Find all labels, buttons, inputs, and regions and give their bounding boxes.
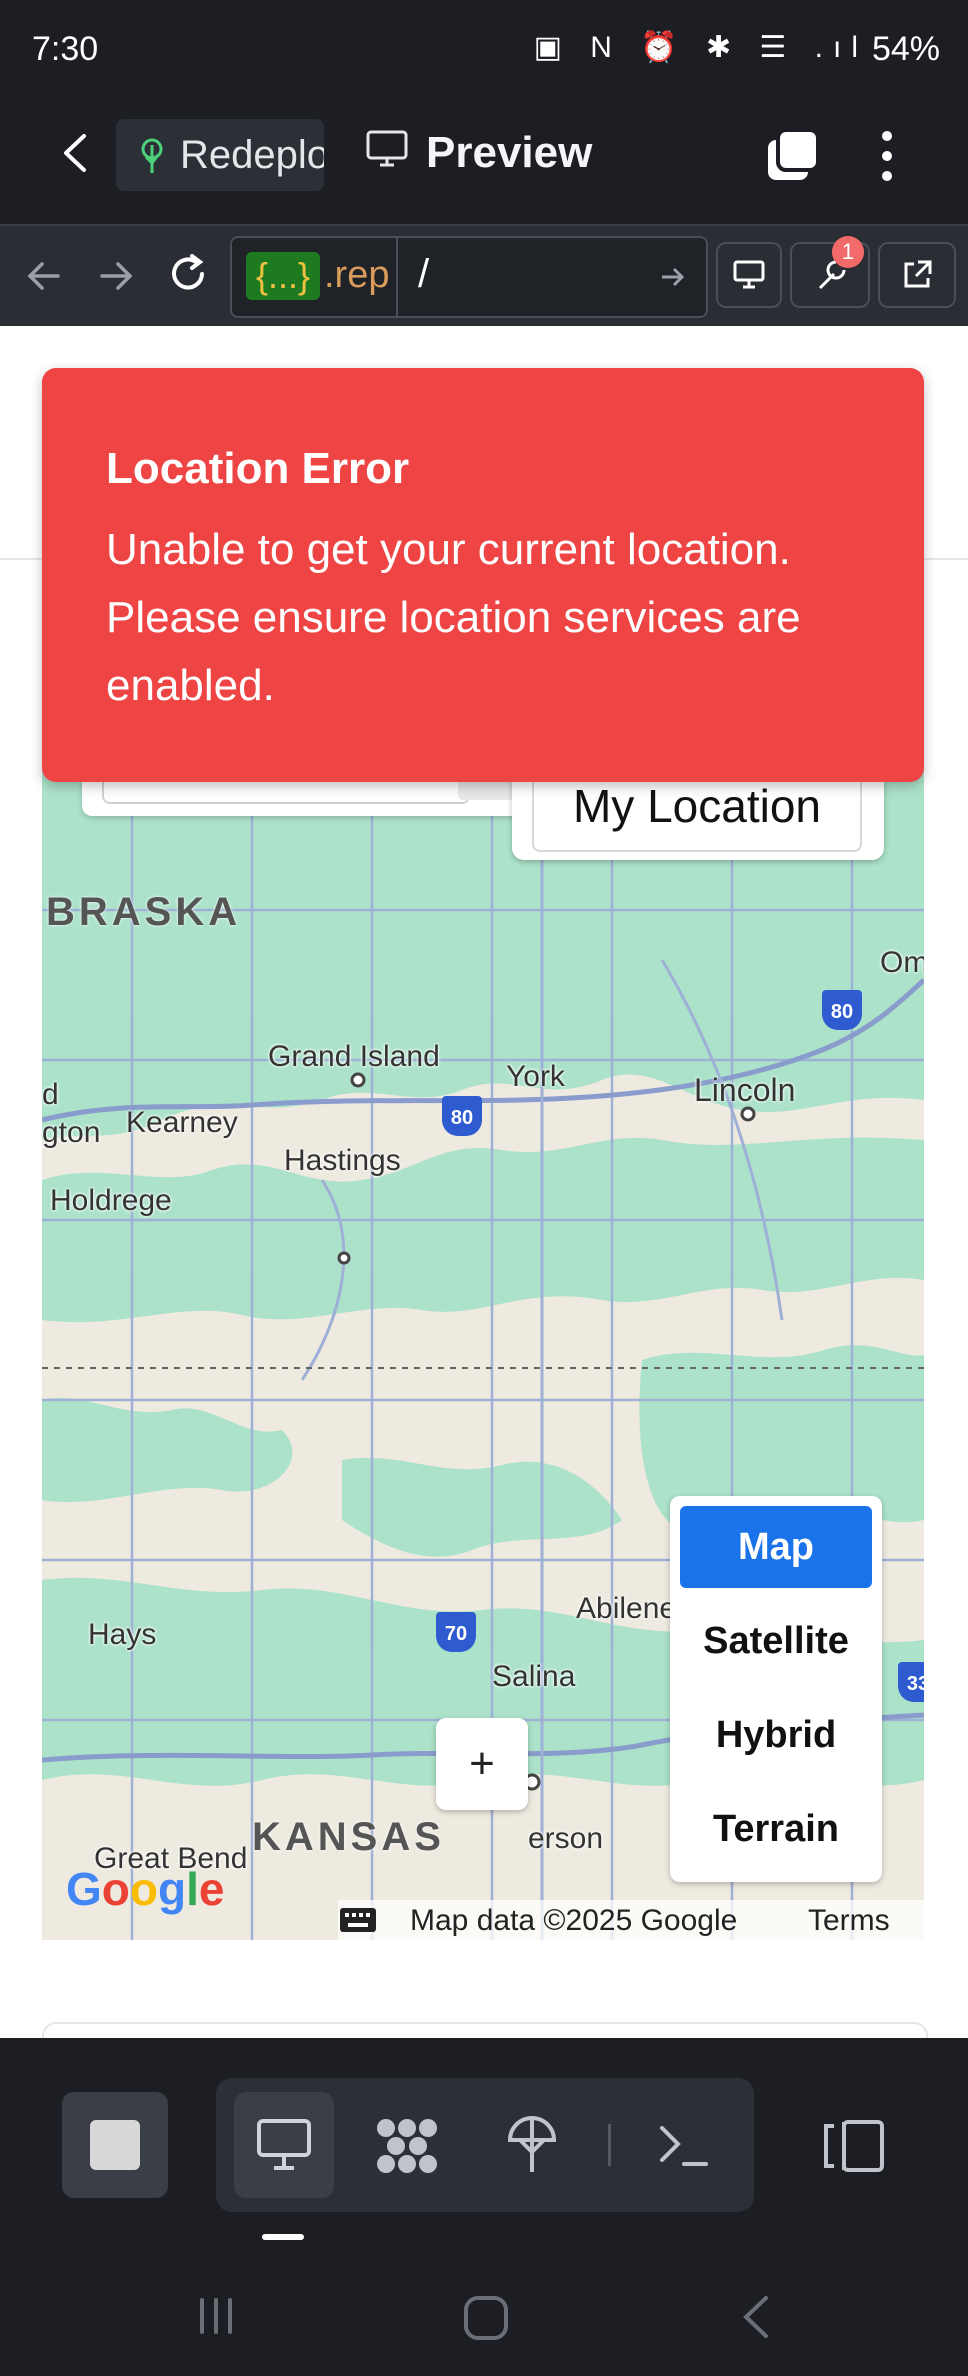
open-external-button[interactable] [878, 242, 956, 308]
location-error-alert: Location Error Unable to get your curren… [42, 368, 924, 782]
place-salina: Salina [492, 1660, 576, 1693]
place-hastings: Hastings [284, 1144, 401, 1177]
url-bar-row: {...} .rep / 1 [0, 224, 968, 328]
url-domain: .rep [324, 254, 390, 296]
map-data-credit: Map data ©2025 Google [410, 1904, 738, 1937]
place-hays: Hays [88, 1618, 157, 1651]
url-path: / [418, 252, 430, 296]
i80-shield-east: 80 [822, 990, 862, 1030]
state-label-nebraska: BRASKA [46, 890, 242, 934]
i70-shield: 70 [436, 1612, 476, 1652]
alert-message: Unable to get your current location. Ple… [106, 525, 801, 710]
map-type-hybrid[interactable]: Hybrid [680, 1694, 872, 1776]
map-type-map[interactable]: Map [680, 1506, 872, 1588]
tab-project[interactable]: Redeplo [116, 119, 324, 191]
desktop-icon [733, 260, 765, 289]
google-logo: Google [66, 1863, 225, 1915]
bottom-toolbar [0, 2038, 968, 2376]
active-tab-indicator [262, 2234, 304, 2240]
place-york: York [506, 1060, 565, 1093]
state-label-kansas: KANSAS [252, 1815, 445, 1859]
keyboard-icon[interactable] [338, 1906, 378, 1934]
terminal-icon[interactable] [656, 2120, 710, 2170]
battery-level: 54% [871, 30, 940, 68]
deploy-icon[interactable] [506, 2110, 558, 2176]
notification-badge: 1 [832, 236, 864, 268]
home-icon[interactable] [462, 2294, 510, 2342]
back-arrow-icon[interactable] [52, 128, 102, 178]
map-type-satellite[interactable]: Satellite [680, 1600, 872, 1682]
preview-content: BRASKA KANSAS Grand Island York Lincoln … [0, 326, 968, 2054]
status-bar: 7:30 ▣ N ⏰ ✱ ☰ .ıl 54% [0, 0, 968, 88]
place-hutchinson: erson [528, 1822, 604, 1855]
url-input[interactable]: {...} .rep / [230, 236, 708, 318]
url-badge: {...} [246, 252, 320, 300]
more-vert-icon[interactable] [872, 126, 902, 186]
tool-group [216, 2078, 754, 2212]
status-icons: ▣ N ⏰ ✱ ☰ .ıl [533, 31, 868, 64]
place-partial-d: d [42, 1078, 59, 1111]
place-omaha: Om [880, 946, 924, 979]
panel-switch-icon[interactable] [822, 2118, 886, 2174]
alert-title: Location Error [106, 444, 410, 493]
place-holdrege: Holdrege [50, 1184, 172, 1217]
place-kearney: Kearney [126, 1106, 238, 1139]
tabs-icon[interactable] [764, 126, 824, 186]
tree-icon [141, 138, 163, 173]
device-toggle-button[interactable] [716, 242, 782, 308]
stop-icon [90, 2120, 140, 2170]
i335-shield: 33 [898, 1662, 924, 1702]
status-time: 7:30 [32, 30, 99, 68]
tool-divider [608, 2124, 611, 2166]
place-abilene: Abilene [576, 1592, 677, 1625]
nav-back-icon[interactable] [22, 256, 64, 296]
map-type-selector: Map Satellite Hybrid Terrain [670, 1496, 882, 1882]
map-type-terrain[interactable]: Terrain [680, 1788, 872, 1870]
nav-forward-icon[interactable] [96, 256, 138, 296]
place-grand-island: Grand Island [268, 1040, 440, 1073]
recents-icon[interactable] [194, 2294, 238, 2338]
preview-monitor-icon [257, 2119, 311, 2170]
zoom-in-button[interactable]: + [436, 1718, 528, 1810]
map-attribution: Map data ©2025 Google Terms [338, 1900, 924, 1940]
external-link-icon [904, 260, 932, 288]
tool-preview[interactable] [234, 2092, 334, 2198]
map-view[interactable]: BRASKA KANSAS Grand Island York Lincoln … [42, 760, 924, 1940]
go-arrow-icon[interactable] [658, 262, 688, 292]
monitor-icon [366, 130, 408, 167]
place-lexington: gton [42, 1116, 101, 1149]
system-back-icon[interactable] [736, 2292, 776, 2342]
app-header: Redeplo Preview [0, 88, 968, 224]
devtools-button[interactable]: 1 [790, 236, 870, 308]
place-lincoln: Lincoln [694, 1072, 796, 1108]
url-separator [396, 238, 398, 316]
map-terms-link[interactable]: Terms [808, 1904, 890, 1938]
reload-icon[interactable] [166, 252, 210, 296]
tab-preview-label: Preview [426, 128, 593, 177]
stop-button[interactable] [62, 2092, 168, 2198]
extensions-icon[interactable] [374, 2116, 440, 2176]
i80-shield-west: 80 [442, 1096, 482, 1136]
tab-project-label: Redeplo [180, 133, 324, 177]
